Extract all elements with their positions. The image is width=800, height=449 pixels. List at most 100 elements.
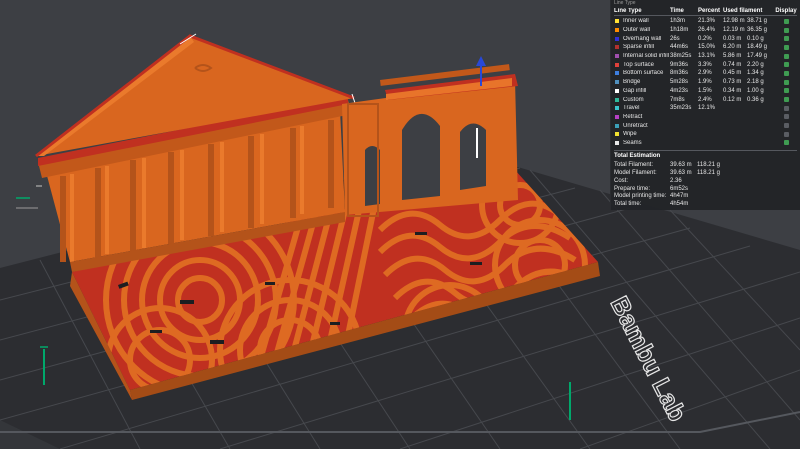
display-toggle[interactable]: [777, 79, 795, 85]
color-swatch-icon: [615, 114, 619, 119]
time-value: 8m36s: [670, 70, 689, 77]
display-toggle[interactable]: [777, 131, 795, 137]
percent-value: 3.3%: [698, 61, 712, 68]
checkbox-icon[interactable]: [783, 140, 789, 146]
checkbox-icon[interactable]: [783, 114, 789, 120]
percent-value: 2.4%: [698, 96, 712, 103]
display-toggle[interactable]: [777, 36, 795, 42]
estimation-label: Cost:: [614, 177, 629, 184]
line-type-label: Bottom surface: [623, 70, 664, 77]
checkbox-icon[interactable]: [783, 44, 789, 50]
weight-value: 2.18 g: [747, 79, 764, 86]
display-toggle[interactable]: [777, 18, 795, 24]
length-value: 0.34 m: [723, 87, 742, 94]
line-type-label: Overhang wall: [623, 35, 662, 42]
display-toggle[interactable]: [777, 105, 795, 111]
estimation-value: 4h54m: [670, 201, 689, 208]
length-value: 12.19 m: [723, 27, 745, 34]
display-toggle[interactable]: [777, 70, 795, 76]
weight-value: 38.71 g: [747, 18, 768, 25]
line-type-cell: Sparse infill: [614, 44, 670, 50]
line-type-cell: Unretract: [614, 123, 670, 129]
estimation-value: 4h47m: [670, 193, 689, 200]
time-value: 38m25s: [670, 53, 692, 60]
line-type-cell: Seams: [614, 140, 670, 146]
checkbox-icon[interactable]: [783, 88, 789, 94]
line-type-cell: Internal solid infill: [614, 53, 670, 59]
col-time: Time: [670, 7, 684, 14]
col-display: Display: [775, 7, 797, 14]
color-swatch-icon: [615, 71, 619, 76]
weight-value: 17.49 g: [747, 53, 768, 60]
line-type-row: Sparse infill 44m6s 15.0% 6.20 m 18.49 g: [614, 43, 797, 52]
line-type-cell: Retract: [614, 114, 670, 120]
color-swatch-icon: [615, 80, 619, 85]
estimation-label: Total Filament:: [614, 162, 654, 169]
percent-value: 1.5%: [698, 87, 712, 94]
color-swatch-icon: [615, 19, 619, 24]
display-toggle[interactable]: [777, 53, 795, 59]
percent-value: 0.2%: [698, 35, 712, 42]
stats-header: Line Type Time Percent Used filament Dis…: [614, 6, 797, 16]
estimation-label: Model Filament:: [614, 170, 657, 176]
line-type-label: Retract: [623, 113, 643, 120]
checkbox-icon[interactable]: [783, 105, 789, 111]
line-type-row: Wipe: [614, 130, 797, 139]
checkbox-icon[interactable]: [783, 53, 789, 59]
col-percent: Percent: [698, 7, 721, 14]
checkbox-icon[interactable]: [783, 79, 789, 85]
line-type-label: Travel: [623, 105, 640, 112]
line-type-row: Internal solid infill 38m25s 13.1% 5.86 m 17…: [614, 52, 797, 61]
display-toggle[interactable]: [777, 27, 795, 33]
estimation-row: Total time: 4h54m: [614, 200, 797, 208]
display-toggle[interactable]: [777, 114, 795, 120]
line-type-label: Sparse infill: [623, 44, 655, 51]
length-value: 5.86 m: [723, 53, 742, 60]
checkbox-icon[interactable]: [783, 123, 789, 129]
checkbox-icon[interactable]: [783, 27, 789, 33]
line-type-cell: Bridge: [614, 79, 670, 85]
checkbox-icon[interactable]: [783, 70, 789, 76]
line-type-label: Internal solid infill: [623, 53, 670, 60]
estimation-weight: 118.21 g: [697, 170, 720, 176]
percent-value: 12.1%: [698, 105, 716, 112]
display-toggle[interactable]: [777, 62, 795, 68]
percent-value: 2.9%: [698, 70, 712, 77]
checkbox-icon[interactable]: [783, 62, 789, 68]
model-arch-wall: [342, 64, 518, 217]
weight-value: 1.00 g: [747, 87, 764, 94]
weight-value: 0.10 g: [747, 35, 764, 42]
line-type-row: Travel 35m23s 12.1%: [614, 104, 797, 113]
line-type-row: Outer wall 1h18m 26.4% 12.19 m 36.35 g: [614, 26, 797, 35]
estimation-value: 2.36: [670, 177, 682, 184]
display-toggle[interactable]: [777, 97, 795, 103]
time-value: 44m6s: [670, 44, 689, 51]
display-toggle[interactable]: [777, 44, 795, 50]
line-type-row: Top surface 9m36s 3.3% 0.74 m 2.20 g: [614, 60, 797, 69]
length-value: 0.74 m: [723, 61, 742, 68]
line-type-cell: Inner wall: [614, 18, 670, 24]
display-toggle[interactable]: [777, 88, 795, 94]
checkbox-icon[interactable]: [783, 131, 789, 137]
percent-value: 21.3%: [698, 18, 716, 25]
checkbox-icon[interactable]: [783, 18, 789, 24]
time-value: 26s: [670, 35, 680, 42]
length-value: 0.73 m: [723, 79, 742, 86]
estimation-label: Total time:: [614, 201, 642, 208]
estimation-row: Prepare time: 6m52s: [614, 185, 797, 193]
time-value: 5m28s: [670, 79, 689, 86]
checkbox-icon[interactable]: [783, 36, 789, 42]
weight-value: 0.36 g: [747, 96, 764, 103]
length-value: 0.45 m: [723, 70, 742, 77]
line-type-row: Inner wall 1h3m 21.3% 12.98 m 38.71 g: [614, 17, 797, 26]
line-type-label: Gap infill: [623, 87, 647, 94]
display-toggle[interactable]: [777, 140, 795, 146]
line-type-cell: Gap infill: [614, 88, 670, 94]
length-value: 0.03 m: [723, 35, 742, 42]
checkbox-icon[interactable]: [783, 97, 789, 103]
line-type-cell: Wipe: [614, 131, 670, 137]
color-swatch-icon: [615, 28, 619, 33]
display-toggle[interactable]: [777, 123, 795, 129]
line-type-row: Overhang wall 26s 0.2% 0.03 m 0.10 g: [614, 34, 797, 43]
weight-value: 18.49 g: [747, 44, 768, 51]
